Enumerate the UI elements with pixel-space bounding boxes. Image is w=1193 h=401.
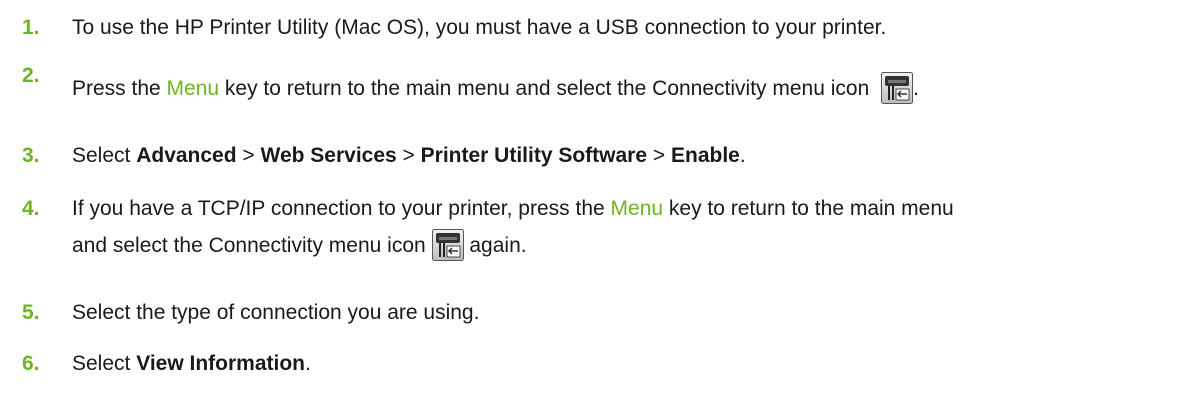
step-text: Select Advanced > Web Services > Printer…: [72, 140, 1182, 172]
connectivity-menu-icon: [881, 72, 914, 104]
text-segment: .: [739, 144, 746, 167]
step-number: 1.: [22, 16, 40, 39]
menu-path-view-information: View Information: [136, 352, 306, 375]
step-number: 6.: [22, 352, 40, 375]
separator: >: [647, 144, 671, 167]
step-number: 3.: [22, 144, 40, 167]
separator: >: [236, 144, 261, 167]
text-segment: again.: [463, 234, 527, 257]
step-text: Press the Menu key to return to the main…: [72, 72, 1182, 105]
menu-key-label: Menu: [166, 77, 220, 100]
text-segment: Select: [72, 144, 137, 167]
menu-path-printer-utility-software: Printer Utility Software: [420, 144, 648, 167]
menu-path-web-services: Web Services: [260, 144, 397, 167]
text-segment: .: [305, 352, 311, 375]
menu-path-advanced: Advanced: [136, 144, 237, 167]
menu-path-enable: Enable: [670, 144, 740, 167]
step-text: If you have a TCP/IP connection to your …: [72, 193, 1182, 225]
text-segment: key to return to the main menu: [663, 197, 954, 220]
step-number: 4.: [22, 197, 40, 220]
menu-key-label: Menu: [610, 197, 664, 220]
step-text: and select the Connectivity menu icon ag…: [72, 229, 1182, 262]
text-segment: key to return to the main menu and selec…: [219, 77, 870, 100]
text-segment: and select the Connectivity menu icon: [72, 234, 432, 257]
step-number: 5.: [22, 301, 40, 324]
text-segment: If you have a TCP/IP connection to your …: [72, 197, 611, 220]
text-segment: Press the: [72, 77, 167, 100]
step-text: Select View Information.: [72, 348, 1182, 380]
separator: >: [396, 144, 421, 167]
step-text: Select the type of connection you are us…: [72, 301, 480, 324]
connectivity-menu-icon: [431, 229, 464, 261]
text-segment: Select: [72, 352, 137, 375]
step-text: To use the HP Printer Utility (Mac OS), …: [72, 16, 887, 39]
step-number: 2.: [22, 64, 40, 87]
text-segment: .: [913, 77, 919, 100]
